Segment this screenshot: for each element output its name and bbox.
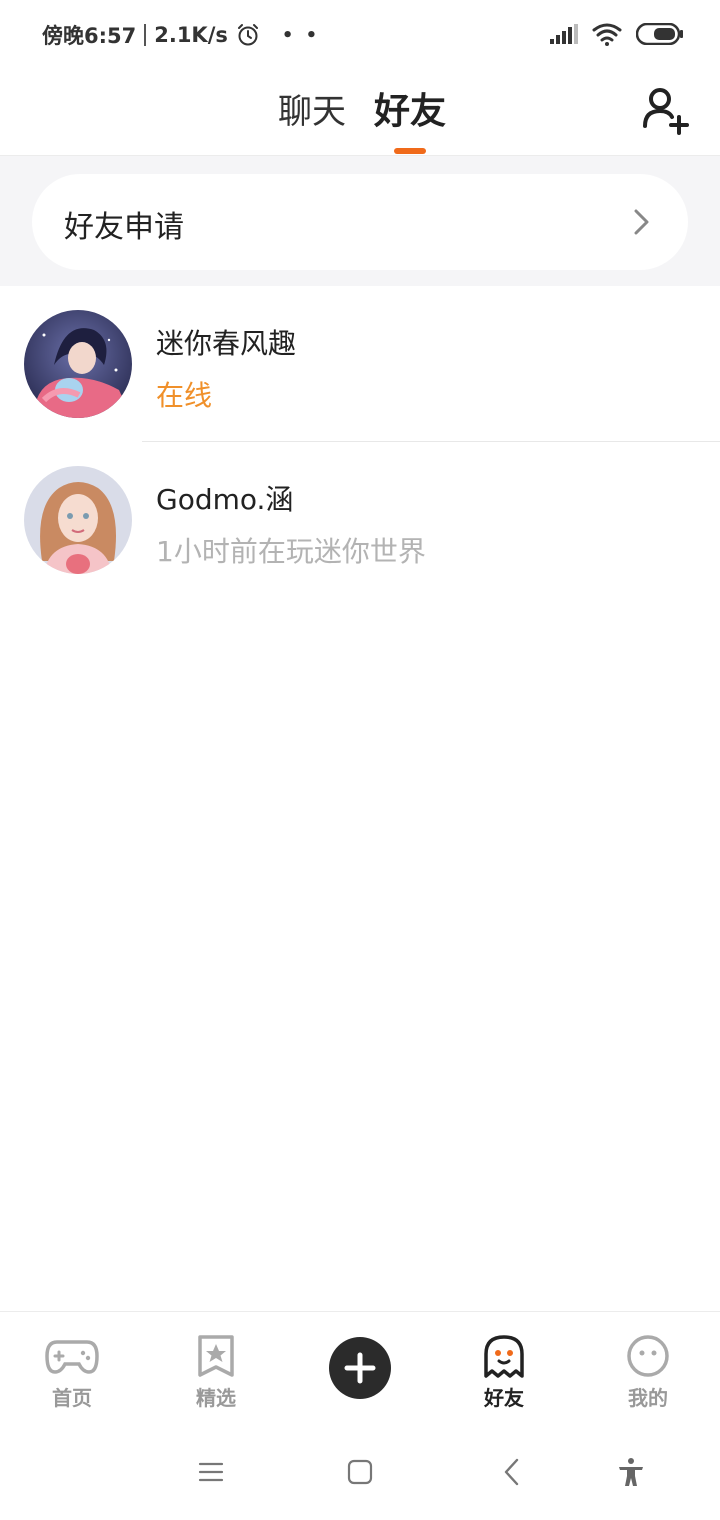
system-nav-bar (0, 1425, 720, 1520)
create-plus-button[interactable] (329, 1337, 391, 1399)
status-bar: 傍晚6:57 2.1K/s • • (0, 0, 720, 70)
accessibility-icon[interactable] (616, 1457, 646, 1487)
nav-item-friends[interactable]: 好友 (454, 1334, 554, 1412)
friend-request-button[interactable]: 好友申请 (32, 174, 688, 270)
alarm-icon (237, 24, 258, 46)
friend-request-section: 好友申请 (0, 156, 720, 286)
friend-list-item[interactable]: 迷你春风趣 在线 (0, 288, 720, 442)
avatar[interactable] (24, 310, 132, 418)
friend-status-last-seen: 1小时前在玩迷你世界 (156, 535, 426, 568)
status-right (550, 22, 684, 46)
friend-status-online: 在线 (156, 379, 213, 412)
battery-icon (636, 23, 683, 45)
notification-dots: • • (281, 24, 321, 46)
plus-icon (344, 1352, 376, 1384)
active-tab-indicator (394, 148, 426, 154)
status-left: 傍晚6:57 2.1K/s • • (42, 20, 320, 50)
status-separator (144, 24, 147, 46)
ghost-icon (484, 1335, 524, 1378)
avatar-anime-girl-image (24, 466, 132, 574)
menu-icon[interactable] (196, 1457, 226, 1487)
list-divider (142, 441, 720, 442)
add-friend-icon[interactable] (640, 84, 692, 136)
nav-item-me[interactable]: 我的 (598, 1334, 698, 1411)
avatar-anime-boy-image (24, 310, 132, 418)
nav-label-me: 我的 (628, 1386, 668, 1410)
nav-item-featured[interactable]: 精选 (166, 1334, 266, 1411)
friend-request-label: 好友申请 (64, 210, 184, 245)
nav-label-friends: 好友 (454, 1382, 554, 1412)
nav-label-friends-text: 好友 (484, 1386, 524, 1410)
bottom-nav-bar: 首页 精选 好友 我的 (0, 1311, 720, 1425)
back-icon[interactable] (497, 1457, 527, 1487)
signal-icon (550, 24, 578, 44)
smiley-face-icon (627, 1335, 669, 1377)
gamepad-icon (45, 1340, 99, 1374)
wifi-icon (592, 23, 622, 46)
status-net-speed: 2.1K/s (154, 23, 228, 47)
tab-friends[interactable]: 好友 (374, 82, 446, 134)
status-time: 傍晚6:57 (42, 24, 137, 48)
nav-label-featured: 精选 (196, 1386, 236, 1410)
avatar[interactable] (24, 466, 132, 574)
tab-chat[interactable]: 聊天 (278, 84, 346, 133)
home-square-icon[interactable] (345, 1457, 375, 1487)
nav-item-home[interactable]: 首页 (22, 1334, 122, 1411)
friend-name: 迷你春风趣 (156, 327, 297, 360)
top-header: 聊天 好友 (0, 70, 720, 156)
friend-list-item[interactable]: Godmo.涵 1小时前在玩迷你世界 (0, 444, 720, 598)
star-bookmark-icon (198, 1335, 234, 1377)
nav-label-home: 首页 (52, 1386, 92, 1410)
chevron-right-icon (634, 209, 649, 235)
friend-name: Godmo.涵 (156, 483, 294, 516)
